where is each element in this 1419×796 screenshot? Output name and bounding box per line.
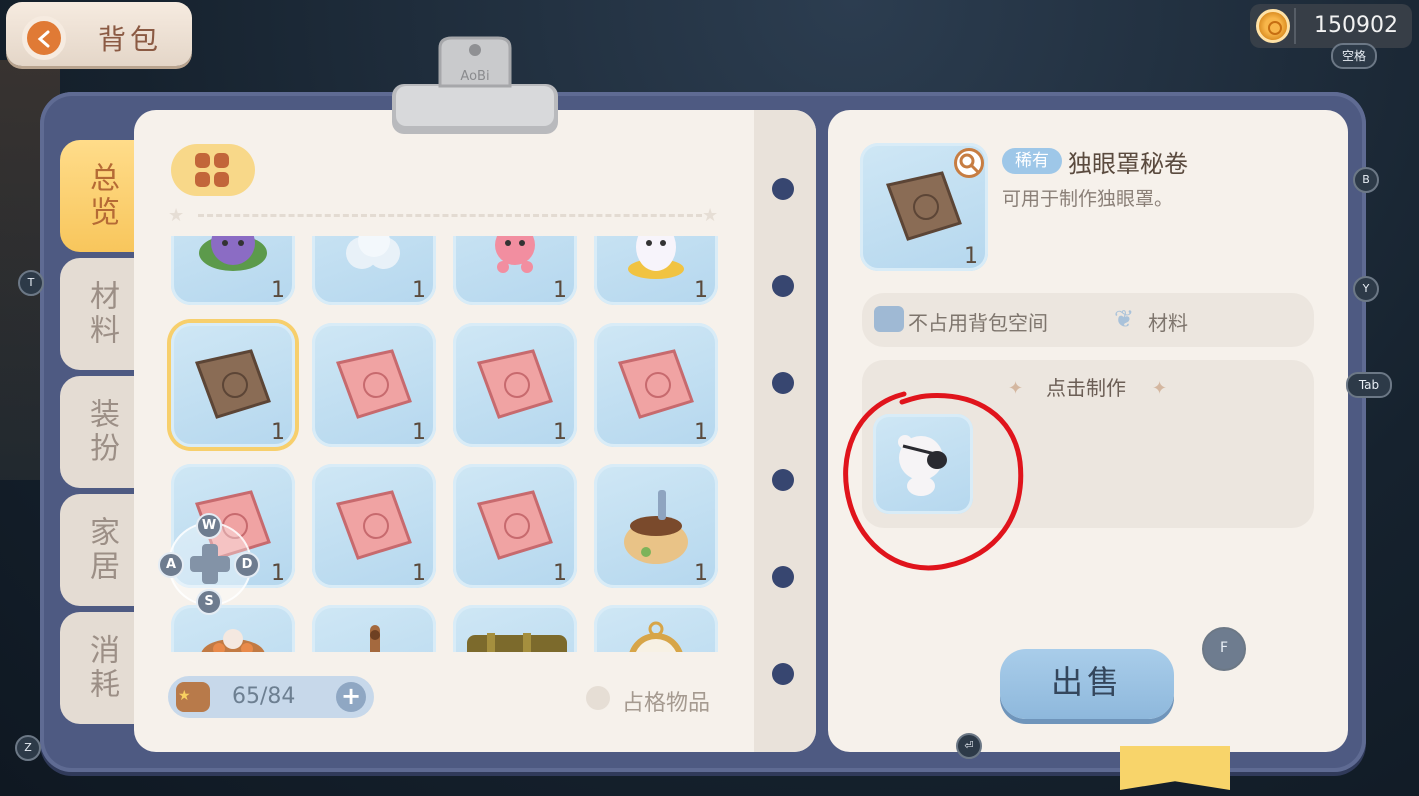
binder-hole xyxy=(772,566,794,588)
binder-hole xyxy=(772,663,794,685)
brown-scroll-icon xyxy=(194,349,271,419)
inventory-slot-selected[interactable]: 1 xyxy=(171,323,295,447)
diamond-decoration-icon: ✦ xyxy=(1152,378,1168,399)
capacity-value: 65/84 xyxy=(232,684,296,709)
occupy-filter-label: 占格物品 xyxy=(622,691,711,716)
key-s[interactable]: S xyxy=(196,589,222,615)
inventory-slot[interactable] xyxy=(453,605,577,652)
inventory-slot[interactable]: 1 xyxy=(453,323,577,447)
tab-consumables[interactable]: 消耗 xyxy=(60,612,142,724)
magnify-icon[interactable] xyxy=(954,148,984,178)
key-w[interactable]: W xyxy=(196,513,222,539)
currency-value: 150902 xyxy=(1314,13,1398,38)
key-hint-enter[interactable]: ⏎ xyxy=(956,733,982,759)
inventory-slot[interactable]: 1 xyxy=(594,236,718,305)
pink-scroll-icon xyxy=(335,349,412,419)
pink-scroll-icon xyxy=(476,490,553,560)
inventory-slot[interactable]: 1 xyxy=(594,323,718,447)
pink-scroll-icon xyxy=(617,349,694,419)
sell-button[interactable]: 出售 xyxy=(1000,649,1174,719)
grid-view-button[interactable] xyxy=(171,144,255,196)
backpack-icon xyxy=(176,682,210,712)
inventory-slot[interactable]: 1 xyxy=(453,464,577,588)
page-title: 背包 xyxy=(98,23,163,56)
binder-hole xyxy=(772,372,794,394)
wooden-paddle-icon xyxy=(370,625,380,652)
inventory-slot[interactable] xyxy=(312,605,436,652)
pocket-watch-icon xyxy=(629,621,683,652)
tab-overview[interactable]: 总览 xyxy=(60,140,142,252)
space-key-hint[interactable]: 空格 xyxy=(1331,43,1377,69)
binder-hole xyxy=(772,469,794,491)
property-space: 不占用背包空间 xyxy=(908,311,1048,335)
property-type: 材料 xyxy=(1148,311,1188,335)
tab-materials[interactable]: 材料 xyxy=(60,258,142,370)
inventory-slot[interactable]: 1 xyxy=(594,464,718,588)
binder-hole xyxy=(772,178,794,200)
clipboard-clip-icon: AoBi xyxy=(392,36,558,134)
leaf-icon: ❦ xyxy=(1114,305,1135,333)
clip-brand: AoBi xyxy=(460,69,489,84)
red-annotation-circle xyxy=(843,391,1024,571)
occupy-filter-toggle[interactable] xyxy=(586,686,610,710)
flower-food-bowl-icon xyxy=(201,629,265,652)
tab-outfits[interactable]: 装扮 xyxy=(60,376,142,488)
bag-capacity: 65/84 + xyxy=(168,676,374,718)
key-hint-f[interactable]: F xyxy=(1202,627,1246,671)
expand-capacity-button[interactable]: + xyxy=(336,682,366,712)
tab-furniture[interactable]: 家居 xyxy=(60,494,142,606)
key-hint-y[interactable]: Y xyxy=(1353,276,1379,302)
key-a[interactable]: A xyxy=(158,552,184,578)
divider xyxy=(198,214,702,217)
inventory-slot[interactable]: 1 xyxy=(312,236,436,305)
title-pill: 背包 xyxy=(6,2,192,66)
craft-title: 点击制作 xyxy=(1046,376,1126,400)
binder-spine xyxy=(754,110,816,752)
item-name: 独眼罩秘卷 xyxy=(1068,150,1188,178)
inventory-slot[interactable] xyxy=(171,605,295,652)
pink-scroll-icon xyxy=(335,490,412,560)
bronze-telescope-icon xyxy=(467,633,567,652)
brown-scroll-icon xyxy=(885,171,962,241)
binder-hole xyxy=(772,275,794,297)
key-hint-b[interactable]: B xyxy=(1353,167,1379,193)
star-decoration-icon: ★ xyxy=(702,205,719,226)
inventory-slot[interactable]: 1 xyxy=(312,464,436,588)
key-hint-tab[interactable]: Tab xyxy=(1346,372,1392,398)
currency-display: 150902 xyxy=(1250,4,1412,48)
back-arrow-icon xyxy=(37,30,50,48)
inventory-slot[interactable]: 1 xyxy=(312,323,436,447)
coin-icon xyxy=(1256,9,1290,43)
rarity-badge: 稀有 xyxy=(1002,148,1062,174)
back-button[interactable] xyxy=(22,16,66,60)
item-description: 可用于制作独眼罩。 xyxy=(1002,188,1174,210)
pink-scroll-icon xyxy=(476,349,553,419)
toolbox-icon xyxy=(874,306,904,332)
inventory-slot[interactable]: 1 xyxy=(453,236,577,305)
key-hint-z[interactable]: Z xyxy=(15,735,41,761)
key-hint-t[interactable]: T xyxy=(18,270,44,296)
inventory-slot[interactable] xyxy=(594,605,718,652)
inventory-slot[interactable]: 1 xyxy=(171,236,295,305)
star-decoration-icon: ★ xyxy=(168,205,185,226)
key-d[interactable]: D xyxy=(234,552,260,578)
